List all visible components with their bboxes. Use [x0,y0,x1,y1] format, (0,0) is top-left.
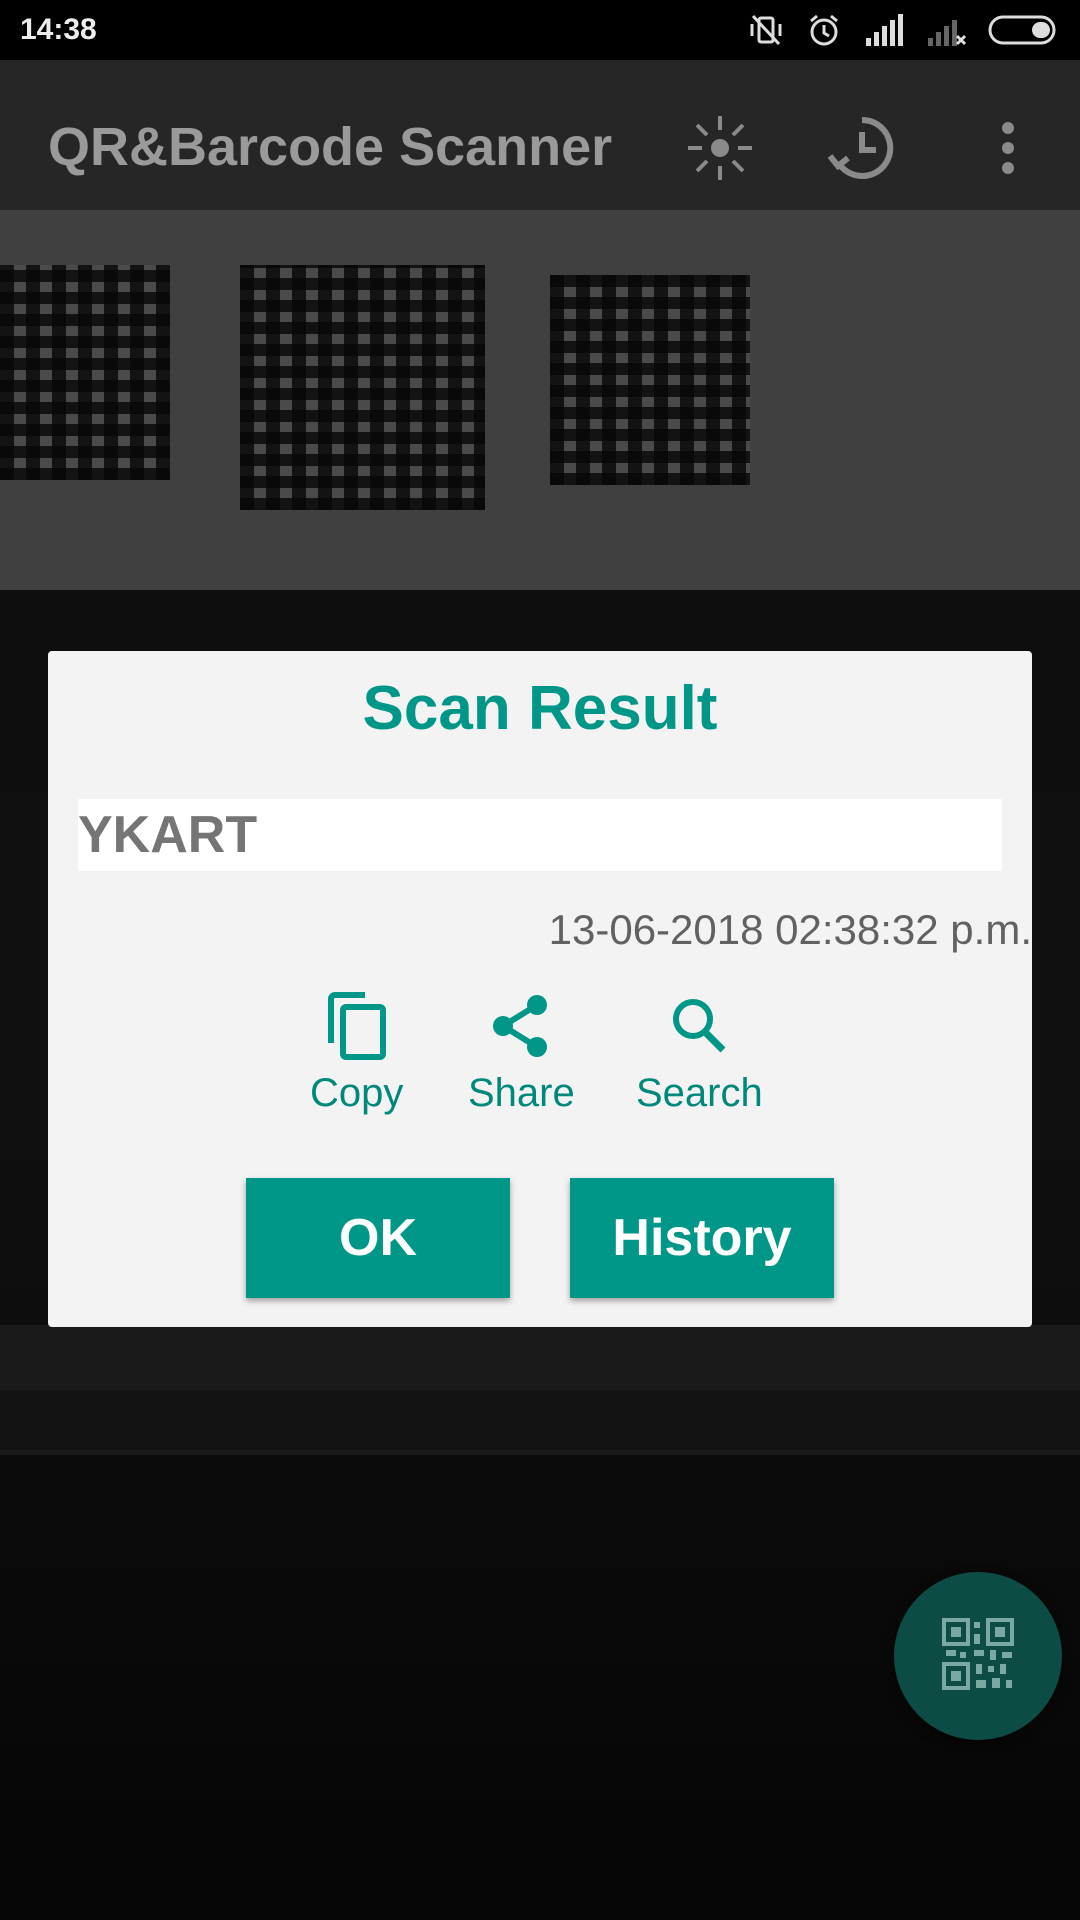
history-icon [826,112,898,189]
scan-timestamp: 13-06-2018 02:38:32 p.m. [548,906,1032,953]
app-title: QR&Barcode Scanner [48,117,613,177]
overflow-menu-icon [998,120,1018,181]
overflow-menu-button[interactable] [958,100,1058,200]
alarm-icon [806,12,842,48]
app-bar: QR&Barcode Scanner [0,60,1080,230]
no-signal-icon [926,14,966,46]
mute-vibrate-icon [748,12,784,48]
search-action[interactable]: Search [636,991,763,1116]
status-icons [748,12,1060,48]
dialog-title: Scan Result [362,674,718,743]
copy-label: Copy [310,1071,404,1115]
result-text-box[interactable]: YKART [78,799,1002,871]
scan-fab[interactable] [894,1572,1062,1740]
ok-button[interactable]: OK [246,1178,510,1298]
search-label: Search [636,1071,763,1115]
scan-result-dialog: Scan Result YKART 13-06-2018 02:38:32 p.… [48,651,1032,1327]
copy-icon [325,991,389,1061]
share-label: Share [468,1071,575,1115]
copy-action[interactable]: Copy [310,991,403,1116]
history-action-button[interactable] [812,100,912,200]
flash-icon [684,112,756,189]
result-text: YKART [78,806,258,864]
status-bar: 14:38 [0,0,1080,60]
qr-code-icon [940,1616,1016,1697]
share-action[interactable]: Share [468,991,575,1116]
search-icon [667,991,731,1061]
flash-button[interactable] [670,100,770,200]
battery-icon [988,15,1060,45]
signal-icon [864,14,904,46]
status-time: 14:38 [20,13,97,46]
history-button[interactable]: History [570,1178,834,1298]
share-icon [489,991,553,1061]
